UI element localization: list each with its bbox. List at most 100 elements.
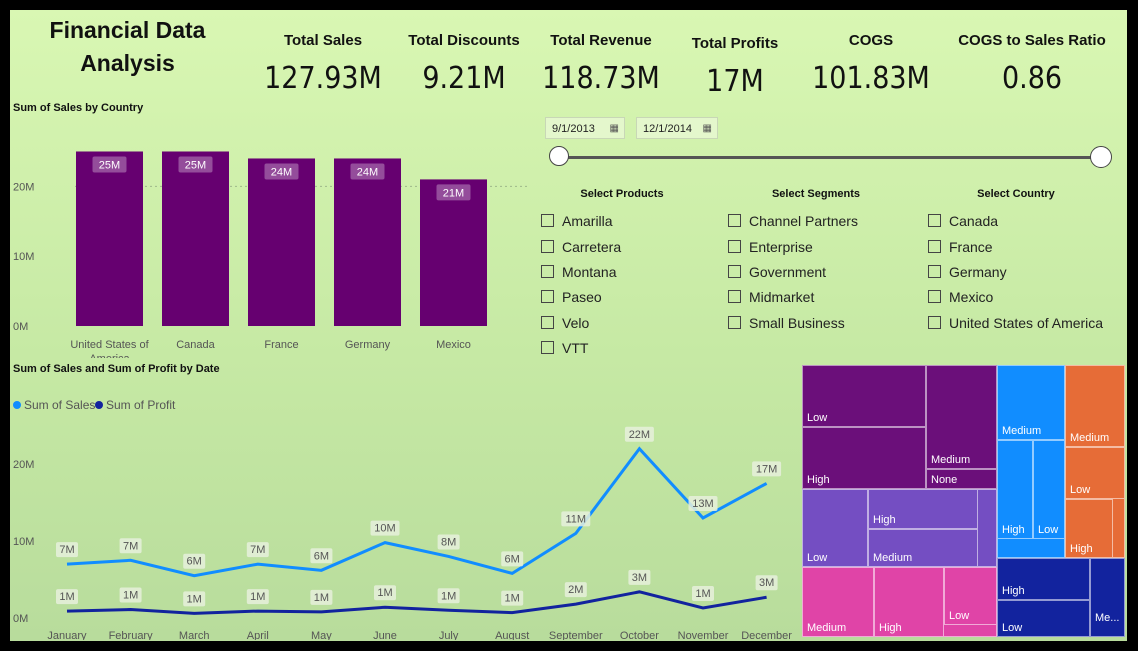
product-treemap: PaseoLowHighMediumNoneVTTHighLowMediumVe… [802, 365, 1125, 637]
x-tick-label: March [179, 630, 210, 640]
product-option-paseo[interactable]: Paseo [541, 287, 602, 307]
checkbox[interactable] [928, 214, 941, 228]
checkbox[interactable] [928, 265, 941, 279]
checkbox[interactable] [928, 240, 941, 254]
treemap-tile-label: Low [807, 552, 828, 564]
treemap-tile-paseo-medium[interactable]: Medium [926, 365, 997, 469]
treemap-tile-carretera-high[interactable]: High [997, 558, 1090, 600]
line-chart-title: Sum of Sales and Sum of Profit by Date [13, 363, 220, 375]
checkbox[interactable] [928, 290, 941, 304]
data-label: 2M [568, 584, 583, 596]
data-label: 24M [357, 166, 378, 178]
checkbox[interactable] [541, 316, 554, 330]
treemap-tile-label: High [873, 514, 896, 526]
treemap-tile-carretera-low[interactable]: Low [997, 600, 1090, 637]
date-slider-end-handle[interactable] [1090, 146, 1112, 168]
date-slider-start-handle[interactable] [549, 146, 569, 166]
treemap-tile-label: High [1002, 524, 1025, 536]
x-tick-label: August [495, 630, 529, 640]
treemap-tile-paseo-low[interactable]: Low [802, 365, 926, 427]
checkbox[interactable] [728, 265, 741, 279]
segment-option-channel-partners[interactable]: Channel Partners [728, 211, 858, 231]
option-label: VTT [562, 340, 589, 356]
option-label: Canada [949, 213, 999, 229]
treemap-tile-paseo-high[interactable]: High [802, 427, 926, 489]
treemap-tile-montana-low[interactable]: Low [1065, 447, 1125, 499]
checkbox[interactable] [541, 265, 554, 279]
date-slider-track[interactable] [559, 156, 1101, 159]
treemap-tile-carretera-medium[interactable]: Me... [1090, 558, 1125, 637]
kpi-value: 101.83M [812, 61, 930, 96]
checkbox[interactable] [541, 240, 554, 254]
treemap-tile-montana-medium[interactable]: Medium [1065, 365, 1125, 447]
treemap-tile-label: Medium [873, 552, 913, 564]
x-tick-label: United States of [70, 339, 149, 351]
x-tick-label: Germany [345, 339, 391, 351]
data-label: 17M [756, 463, 777, 475]
option-label: Montana [562, 264, 617, 280]
treemap-tile-label: Low [807, 412, 828, 424]
checkbox[interactable] [728, 214, 741, 228]
end-date-input[interactable]: 12/1/2014 ▦ [636, 117, 718, 139]
option-label: Midmarket [749, 289, 815, 305]
start-date-input[interactable]: 9/1/2013 ▦ [545, 117, 625, 139]
product-option-amarilla[interactable]: Amarilla [541, 211, 613, 231]
calendar-icon[interactable]: ▦ [610, 118, 619, 140]
checkbox[interactable] [728, 316, 741, 330]
country-option-germany[interactable]: Germany [928, 262, 1007, 282]
treemap-tile-amarilla-high[interactable]: High [997, 440, 1033, 539]
checkbox[interactable] [928, 316, 941, 330]
treemap-tile-amarilla-medium[interactable]: Medium [997, 365, 1065, 440]
country-option-mexico[interactable]: Mexico [928, 287, 993, 307]
country-option-usa[interactable]: United States of America [928, 313, 1103, 333]
segment-option-enterprise[interactable]: Enterprise [728, 237, 813, 257]
treemap-tile-paseo-none[interactable]: None [926, 469, 997, 489]
treemap-tile-montana-high[interactable]: High [1065, 499, 1113, 558]
option-label: Germany [949, 264, 1007, 280]
kpi-value: 0.86 [1001, 61, 1063, 96]
treemap-tile-vtt-high[interactable]: High [868, 489, 978, 529]
product-option-montana[interactable]: Montana [541, 262, 616, 282]
country-option-france[interactable]: France [928, 237, 993, 257]
checkbox[interactable] [541, 341, 554, 355]
data-label: 6M [187, 556, 202, 568]
calendar-icon[interactable]: ▦ [703, 118, 712, 140]
data-label: 21M [443, 187, 464, 199]
kpi-total-sales: Total Sales 127.93M [248, 32, 398, 96]
data-label: 11M [566, 513, 587, 525]
data-label: 13M [692, 498, 713, 510]
segment-option-small-business[interactable]: Small Business [728, 313, 845, 333]
segment-option-government[interactable]: Government [728, 262, 826, 282]
treemap-tile-amarilla-low[interactable]: Low [1033, 440, 1065, 539]
data-label: 25M [185, 159, 206, 171]
x-tick-label: May [311, 630, 332, 640]
treemap-tile-vtt-medium[interactable]: Medium [868, 529, 978, 567]
legend-label: Sum of Profit [106, 398, 176, 412]
checkbox[interactable] [541, 290, 554, 304]
treemap-tile-velo-high[interactable]: High [874, 567, 944, 637]
kpi-label: Total Discounts [408, 32, 520, 49]
y-tick-label: 20M [13, 459, 34, 471]
treemap-tile-velo-medium[interactable]: Medium [802, 567, 874, 637]
option-label: Amarilla [562, 213, 613, 229]
data-label: 1M [441, 590, 456, 602]
x-tick-label: November [678, 630, 729, 640]
data-label: 3M [632, 572, 647, 584]
segments-slicer-title: Select Segments [771, 188, 861, 200]
treemap-tile-vtt-low[interactable]: Low [802, 489, 868, 567]
bar [76, 151, 143, 326]
data-label: 6M [314, 550, 329, 562]
treemap-tile-label: High [879, 622, 902, 634]
product-option-velo[interactable]: Velo [541, 313, 589, 333]
product-option-carretera[interactable]: Carretera [541, 237, 621, 257]
country-option-canada[interactable]: Canada [928, 211, 998, 231]
segment-option-midmarket[interactable]: Midmarket [728, 287, 814, 307]
treemap-tile-label: Medium [931, 454, 971, 466]
treemap-tile-label: Low [1070, 484, 1091, 496]
x-tick-label: June [373, 630, 397, 640]
checkbox[interactable] [728, 240, 741, 254]
checkbox[interactable] [541, 214, 554, 228]
treemap-tile-velo-low[interactable]: Low [944, 567, 997, 625]
product-option-vtt[interactable]: VTT [541, 338, 588, 358]
checkbox[interactable] [728, 290, 741, 304]
